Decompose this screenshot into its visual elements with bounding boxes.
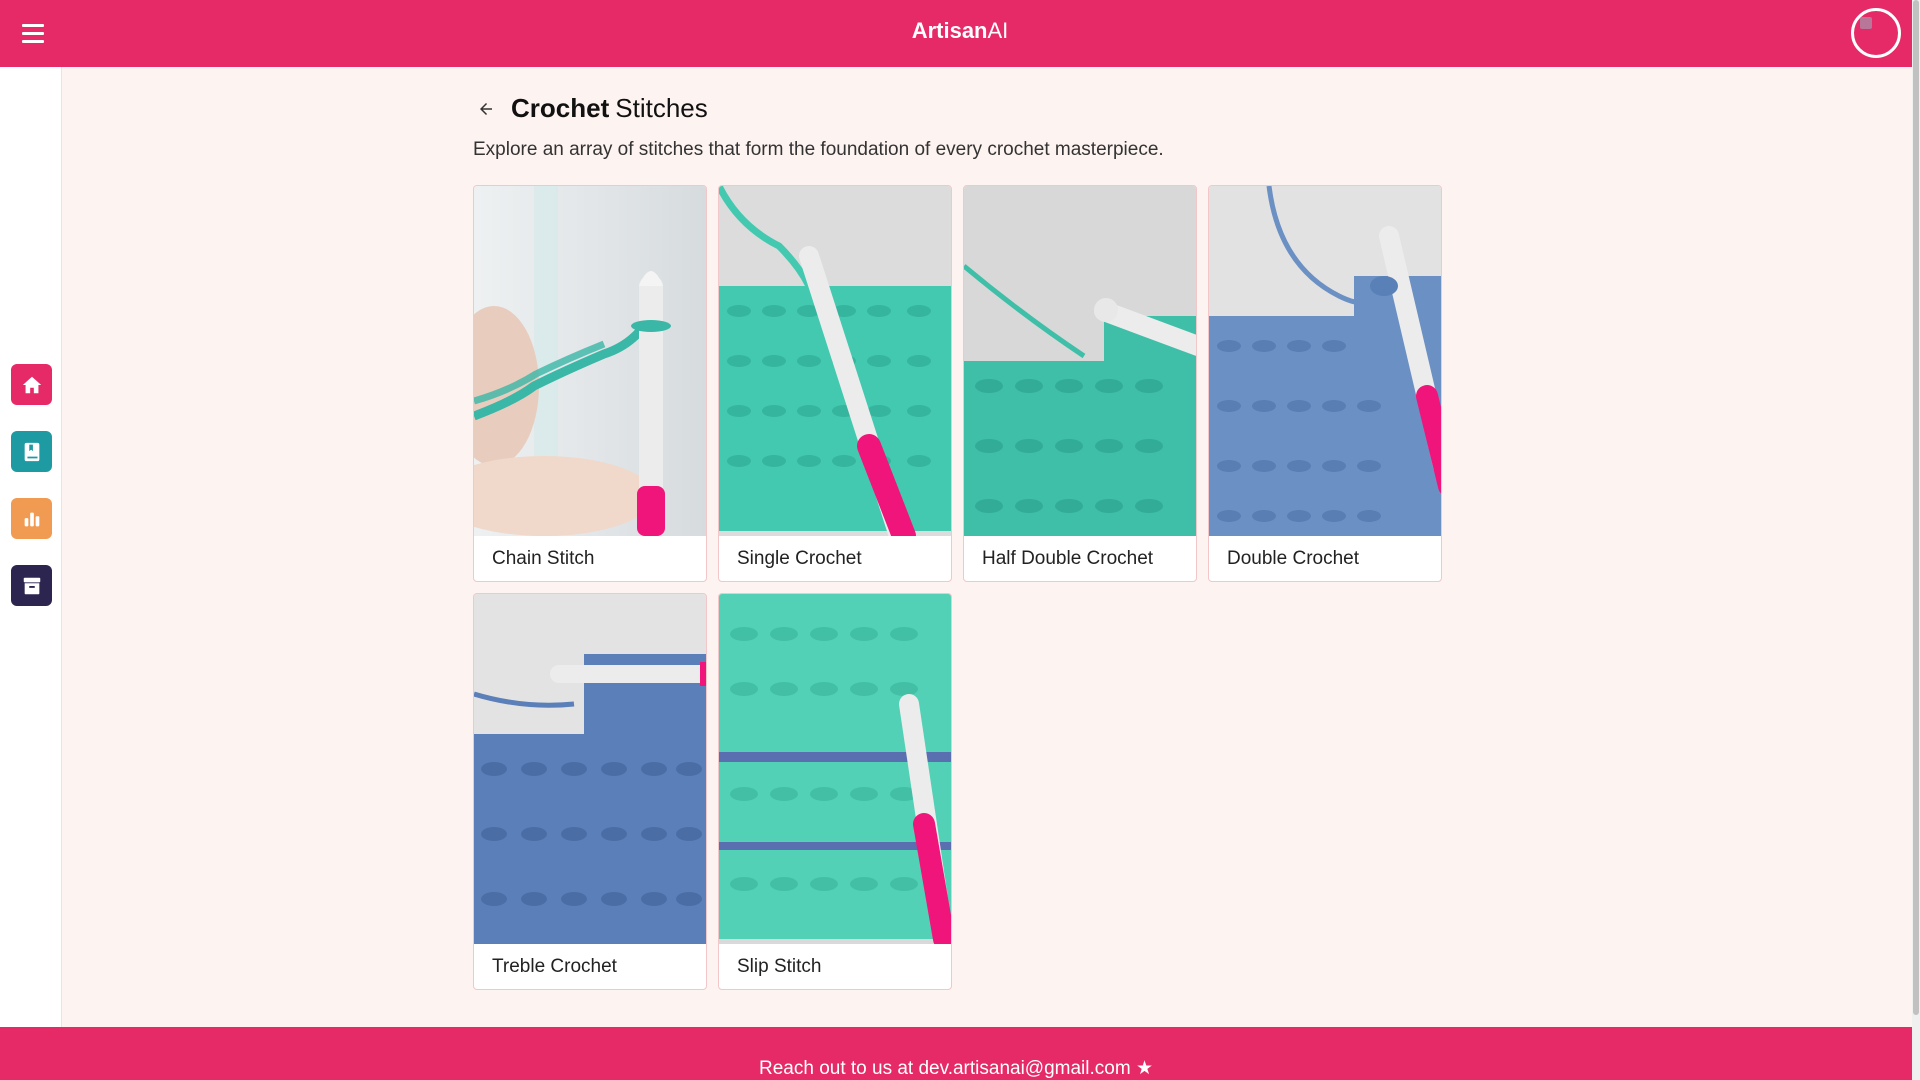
footer-text: Reach out to us at dev.artisanai@gmail.c… [759,1058,1131,1079]
stitch-image [719,594,951,944]
top-app-bar: ArtisanAI [0,0,1920,67]
page-subtitle: Explore an array of stitches that form t… [473,139,1164,160]
page-title-bold: Crochet [511,93,610,123]
stitch-card[interactable]: Treble Crochet [473,593,707,990]
vertical-scrollbar[interactable] [1912,0,1920,1080]
stitch-card[interactable]: Chain Stitch [473,185,707,582]
stitch-label: Chain Stitch [492,548,595,569]
page-title: Crochet Stitches [511,93,708,124]
contact-email-link[interactable]: Reach out to us at dev.artisanai@gmail.c… [759,1058,1153,1079]
brand-logo[interactable]: ArtisanAI [0,18,1920,44]
stitch-label: Slip Stitch [737,956,822,977]
star-icon: ★ [1135,1058,1153,1079]
footer: Reach out to us at dev.artisanai@gmail.c… [0,1027,1912,1080]
sidebar-item-book[interactable] [11,431,52,472]
arrow-left-icon[interactable] [473,96,499,122]
stitch-label: Single Crochet [737,548,862,569]
stitch-image [719,186,951,536]
scrollbar-thumb[interactable] [1913,0,1919,1015]
stitch-image [964,186,1196,536]
bar-chart-icon [24,512,39,526]
stitch-label: Treble Crochet [492,956,617,977]
stitch-card[interactable]: Double Crochet [1208,185,1442,582]
sidebar-item-home[interactable] [11,364,52,405]
stitch-image [474,594,706,944]
main-content: Crochet Stitches Explore an array of stit… [62,67,1912,1027]
stitch-grid: Chain Stitch Single Crochet Half Double … [473,185,1442,990]
stitch-label: Half Double Crochet [982,548,1154,569]
sidebar-item-archive[interactable] [11,565,52,606]
home-icon [22,376,41,393]
sidebar-item-stats[interactable] [11,498,52,539]
sidebar-nav [0,67,62,1027]
stitch-card[interactable]: Single Crochet [718,185,952,582]
stitch-image [1209,186,1441,536]
stitch-card[interactable]: Slip Stitch [718,593,952,990]
page-header: Crochet Stitches [473,93,708,124]
brand-name-light: AI [987,18,1009,43]
archive-icon [23,577,40,594]
stitch-label: Double Crochet [1227,548,1360,569]
book-icon [24,442,39,461]
brand-name-bold: Artisan [911,18,988,43]
stitch-card[interactable]: Half Double Crochet [963,185,1197,582]
page-title-light: Stitches [615,93,708,123]
user-avatar[interactable] [1851,8,1901,58]
stitch-image [474,186,706,536]
